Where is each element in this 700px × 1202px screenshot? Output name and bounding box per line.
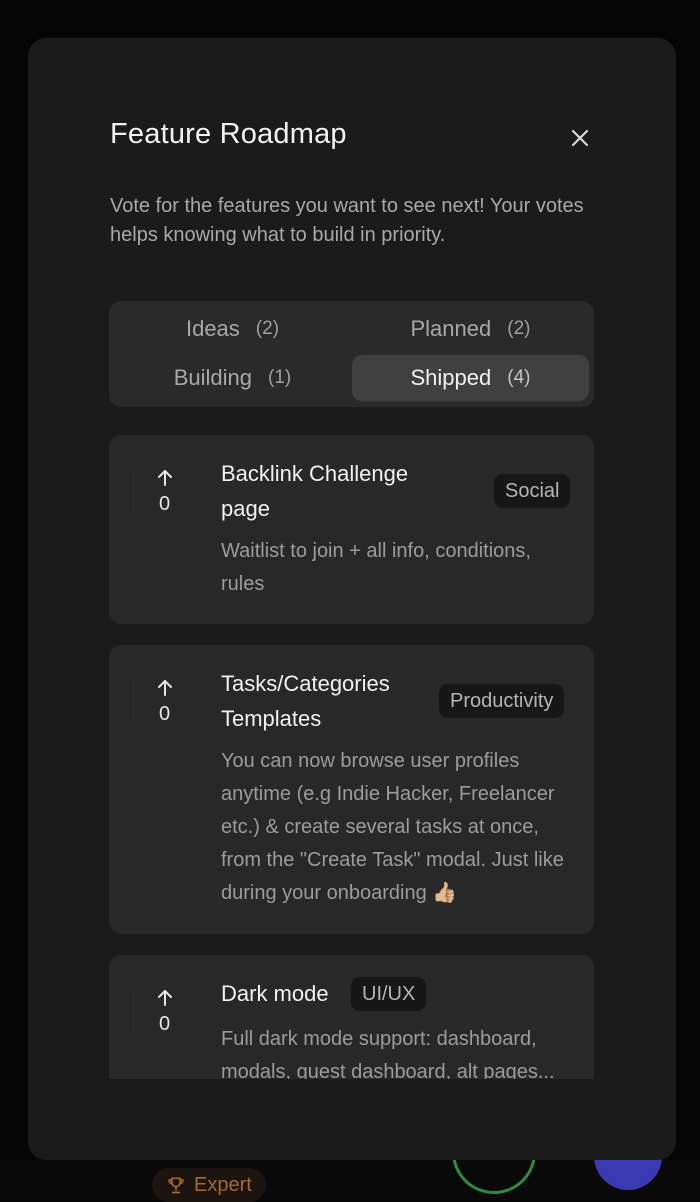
feature-description: You can now browse user profiles anytime…	[221, 750, 564, 904]
close-button[interactable]	[564, 122, 596, 154]
tab-planned[interactable]: Planned (2)	[352, 306, 589, 352]
trophy-icon	[168, 1177, 184, 1194]
feature-card: 0 Tasks/Categories Templates Productivit…	[109, 645, 594, 934]
tab-count: (2)	[507, 318, 531, 339]
expert-badge-label: Expert	[194, 1173, 252, 1196]
category-tag: Social	[494, 474, 571, 508]
feature-title-line: Templates	[221, 706, 322, 731]
category-tag: Productivity	[439, 684, 565, 718]
tab-ideas[interactable]: Ideas (2)	[114, 306, 351, 352]
feature-card: 0 Dark mode UI/UX Full dark mode support…	[109, 955, 594, 1079]
feature-description: Waitlist to join + all info, conditions,…	[221, 540, 531, 595]
arrow-up-icon	[157, 470, 172, 486]
tab-count: (2)	[255, 318, 280, 339]
feature-title-line: page	[221, 496, 270, 521]
vote-count: 0	[158, 703, 171, 725]
roadmap-tabs: Ideas (2) Planned (2) Building (1) Shipp…	[109, 301, 594, 407]
feature-list[interactable]: 0 Backlink Challenge page Social Waitlis…	[109, 435, 594, 1079]
tab-count: (4)	[507, 367, 531, 388]
tab-label: Shipped	[410, 365, 492, 390]
tab-label: Planned	[410, 316, 492, 341]
feature-title: Backlink Challenge page	[221, 456, 408, 526]
close-icon	[571, 129, 589, 147]
vote-count: 0	[158, 493, 171, 515]
feature-title: Tasks/Categories Templates	[221, 666, 390, 736]
arrow-up-icon	[157, 990, 172, 1006]
modal-title: Feature Roadmap	[110, 118, 347, 150]
arrow-up-icon	[157, 680, 172, 696]
category-tag: UI/UX	[351, 977, 427, 1011]
expert-badge[interactable]: Expert	[152, 1168, 266, 1202]
upvote-button[interactable]: 0	[133, 989, 195, 1036]
tab-shipped[interactable]: Shipped (4)	[352, 355, 589, 401]
feature-title: Dark mode	[221, 981, 329, 1006]
upvote-button[interactable]: 0	[133, 469, 195, 516]
feature-roadmap-modal: Feature Roadmap Vote for the features yo…	[28, 38, 676, 1160]
tab-label: Building	[173, 365, 253, 390]
tab-label: Ideas	[185, 316, 240, 341]
feature-card: 0 Backlink Challenge page Social Waitlis…	[109, 435, 594, 624]
tab-count: (1)	[268, 367, 292, 388]
vote-count: 0	[158, 1013, 171, 1035]
feature-title-line: Backlink Challenge	[221, 461, 409, 486]
feature-title-line: Tasks/Categories	[221, 671, 390, 696]
upvote-button[interactable]: 0	[133, 679, 195, 726]
modal-subtitle: Vote for the features you want to see ne…	[110, 195, 584, 246]
tab-building[interactable]: Building (1)	[114, 355, 351, 401]
feature-description: Full dark mode support: dashboard, modal…	[221, 1028, 555, 1079]
